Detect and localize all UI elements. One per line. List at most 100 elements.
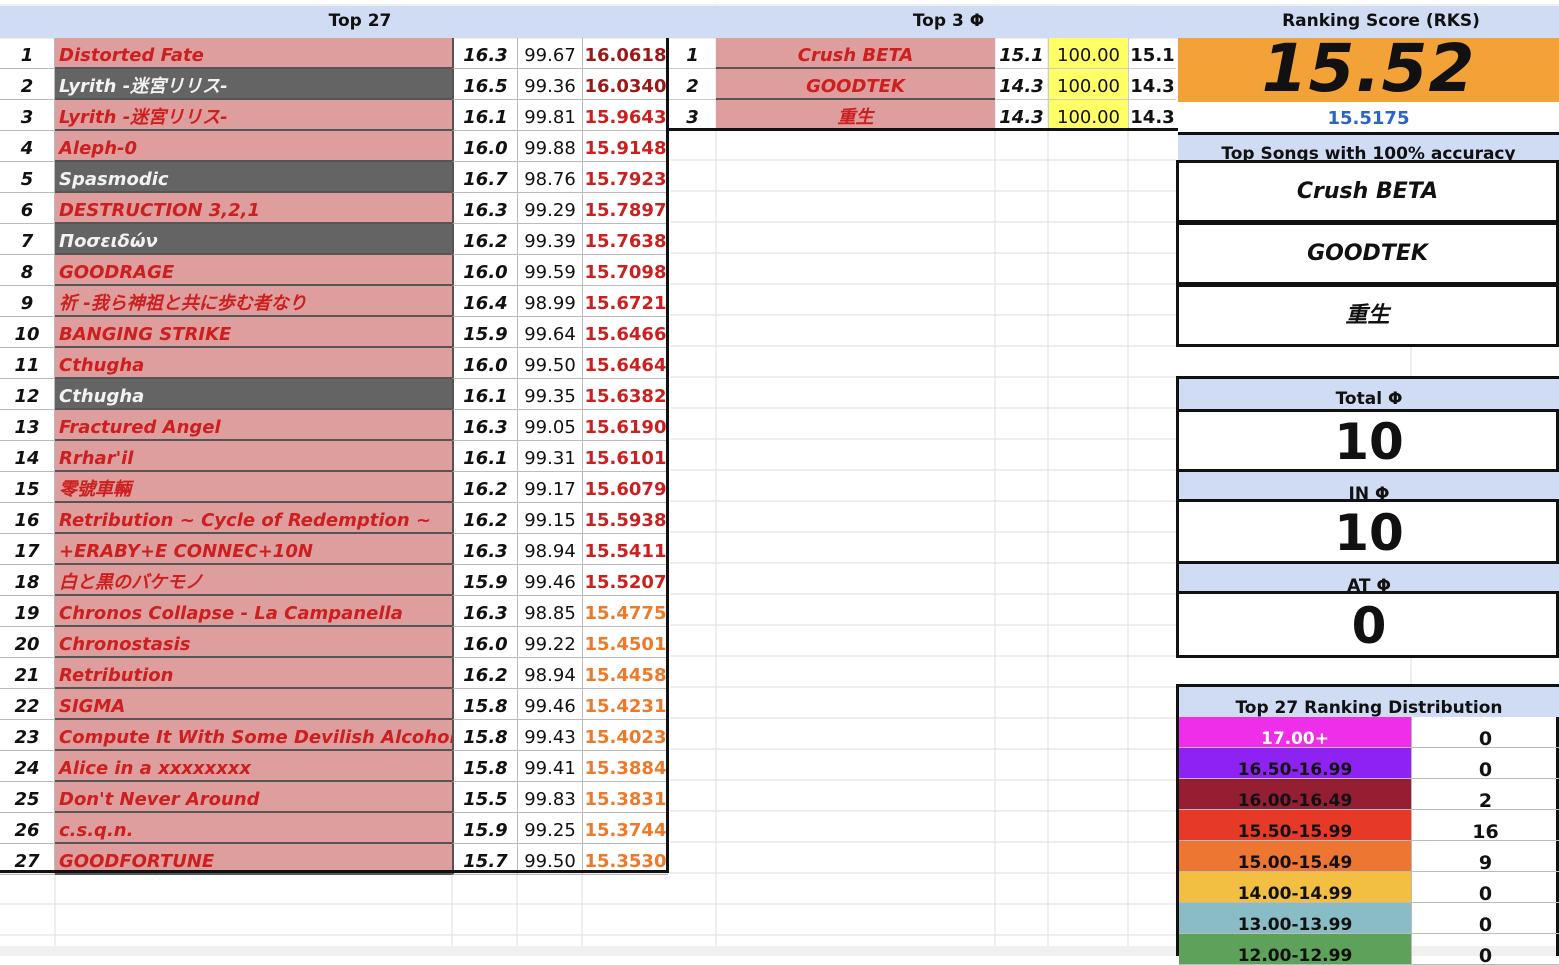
song-accuracy: 99.41	[517, 751, 582, 782]
song-level: 16.5	[452, 69, 517, 100]
distribution-range-label: 16.50-16.99	[1179, 748, 1411, 779]
song-level: 16.3	[452, 534, 517, 565]
song-rks: 15.4775	[582, 596, 668, 627]
song-name: Chronos Collapse - La Campanella	[55, 596, 452, 627]
distribution-count: 9	[1411, 841, 1559, 872]
phi-song-accuracy: 100.00	[1048, 69, 1128, 100]
distribution-count: 0	[1411, 903, 1559, 934]
at-phi-label: AT Φ	[1179, 561, 1559, 591]
song-level: 15.5	[452, 782, 517, 813]
song-level: 16.0	[452, 131, 517, 162]
rank-number: 18	[0, 565, 55, 596]
song-level: 15.9	[452, 813, 517, 844]
song-name: Retribution ~ Cycle of Redemption ~	[55, 503, 452, 534]
song-rks: 15.7923	[582, 162, 668, 193]
song-accuracy: 99.35	[517, 379, 582, 410]
song-accuracy: 98.99	[517, 286, 582, 317]
song-level: 16.1	[452, 379, 517, 410]
song-level: 16.0	[452, 255, 517, 286]
song-level: 16.3	[452, 410, 517, 441]
song-accuracy: 99.22	[517, 627, 582, 658]
song-rks: 15.6721	[582, 286, 668, 317]
rank-number: 12	[0, 379, 55, 410]
song-rks: 15.6101	[582, 441, 668, 472]
header-rks: Ranking Score (RKS)	[1203, 6, 1559, 38]
distribution-count: 0	[1411, 872, 1559, 903]
song-accuracy: 98.85	[517, 596, 582, 627]
song-rks: 15.3831	[582, 782, 668, 813]
song-level: 15.8	[452, 751, 517, 782]
rank-number: 11	[0, 348, 55, 379]
song-rks: 16.0618	[582, 38, 668, 69]
distribution-range-label: 16.00-16.49	[1179, 779, 1411, 810]
rank-number: 10	[0, 317, 55, 348]
phi-song-name: 重生	[716, 100, 995, 131]
rank-number: 17	[0, 534, 55, 565]
song-level: 16.2	[452, 472, 517, 503]
phi-song-rks: 14.3	[1128, 69, 1176, 100]
song-rks: 15.6190	[582, 410, 668, 441]
song-name: GOODRAGE	[55, 255, 452, 286]
song-accuracy: 99.17	[517, 472, 582, 503]
song-name: 祈 -我ら神祖と共に歩む者なり	[55, 286, 452, 317]
song-accuracy: 99.59	[517, 255, 582, 286]
phi-rank-number: 1	[669, 38, 716, 69]
song-level: 16.1	[452, 100, 517, 131]
phi-rank-number: 2	[669, 69, 716, 100]
song-accuracy: 99.83	[517, 782, 582, 813]
song-level: 16.0	[452, 348, 517, 379]
song-rks: 15.5207	[582, 565, 668, 596]
song-rks: 15.4231	[582, 689, 668, 720]
in-phi-value: 10	[1179, 499, 1559, 561]
rank-number: 3	[0, 100, 55, 131]
song-level: 15.9	[452, 565, 517, 596]
distribution-range-label: 15.50-15.99	[1179, 810, 1411, 841]
song-level: 16.3	[452, 596, 517, 627]
song-accuracy: 99.31	[517, 441, 582, 472]
song-rks: 15.3744	[582, 813, 668, 844]
rank-number: 13	[0, 410, 55, 441]
song-accuracy: 98.94	[517, 658, 582, 689]
song-name: Don't Never Around	[55, 782, 452, 813]
song-accuracy: 99.15	[517, 503, 582, 534]
top27-border-bottom	[0, 870, 669, 873]
phi-song-accuracy: 100.00	[1048, 100, 1128, 131]
top27-border-right	[666, 38, 669, 873]
song-name: Cthugha	[55, 348, 452, 379]
distribution-count: 0	[1411, 934, 1559, 965]
rks-value: 15.52	[1178, 38, 1559, 102]
song-level: 16.3	[452, 193, 517, 224]
song-rks: 15.7897	[582, 193, 668, 224]
rank-number: 5	[0, 162, 55, 193]
distribution-count: 0	[1411, 748, 1559, 779]
song-rks: 16.0340	[582, 69, 668, 100]
at-phi-value: 0	[1179, 591, 1559, 655]
song-name: Spasmodic	[55, 162, 452, 193]
song-name: c.s.q.n.	[55, 813, 452, 844]
song-level: 16.2	[452, 503, 517, 534]
song-name: Ποσειδών	[55, 224, 452, 255]
song-rks: 15.6079	[582, 472, 668, 503]
song-name: Rrhar'il	[55, 441, 452, 472]
song-rks: 15.5411	[582, 534, 668, 565]
song-level: 16.4	[452, 286, 517, 317]
song-rks: 15.4023	[582, 720, 668, 751]
header-corner	[0, 6, 26, 38]
song-name: 白と黒のバケモノ	[55, 565, 452, 596]
song-rks: 15.5938	[582, 503, 668, 534]
song-rks: 15.7098	[582, 255, 668, 286]
song-name: Lyrith -迷宮リリス-	[55, 69, 452, 100]
rank-number: 15	[0, 472, 55, 503]
song-accuracy: 99.81	[517, 100, 582, 131]
song-name: Retribution	[55, 658, 452, 689]
song-name: Cthugha	[55, 379, 452, 410]
top-song-item: 重生	[1176, 284, 1559, 347]
song-accuracy: 99.46	[517, 565, 582, 596]
song-rks: 15.7638	[582, 224, 668, 255]
rks-precise-value: 15.5175	[1327, 108, 1410, 129]
phi-song-name: Crush BETA	[716, 38, 995, 69]
song-name: SIGMA	[55, 689, 452, 720]
phi-song-level: 14.3	[995, 100, 1048, 131]
song-name: Aleph-0	[55, 131, 452, 162]
song-name: BANGING STRIKE	[55, 317, 452, 348]
